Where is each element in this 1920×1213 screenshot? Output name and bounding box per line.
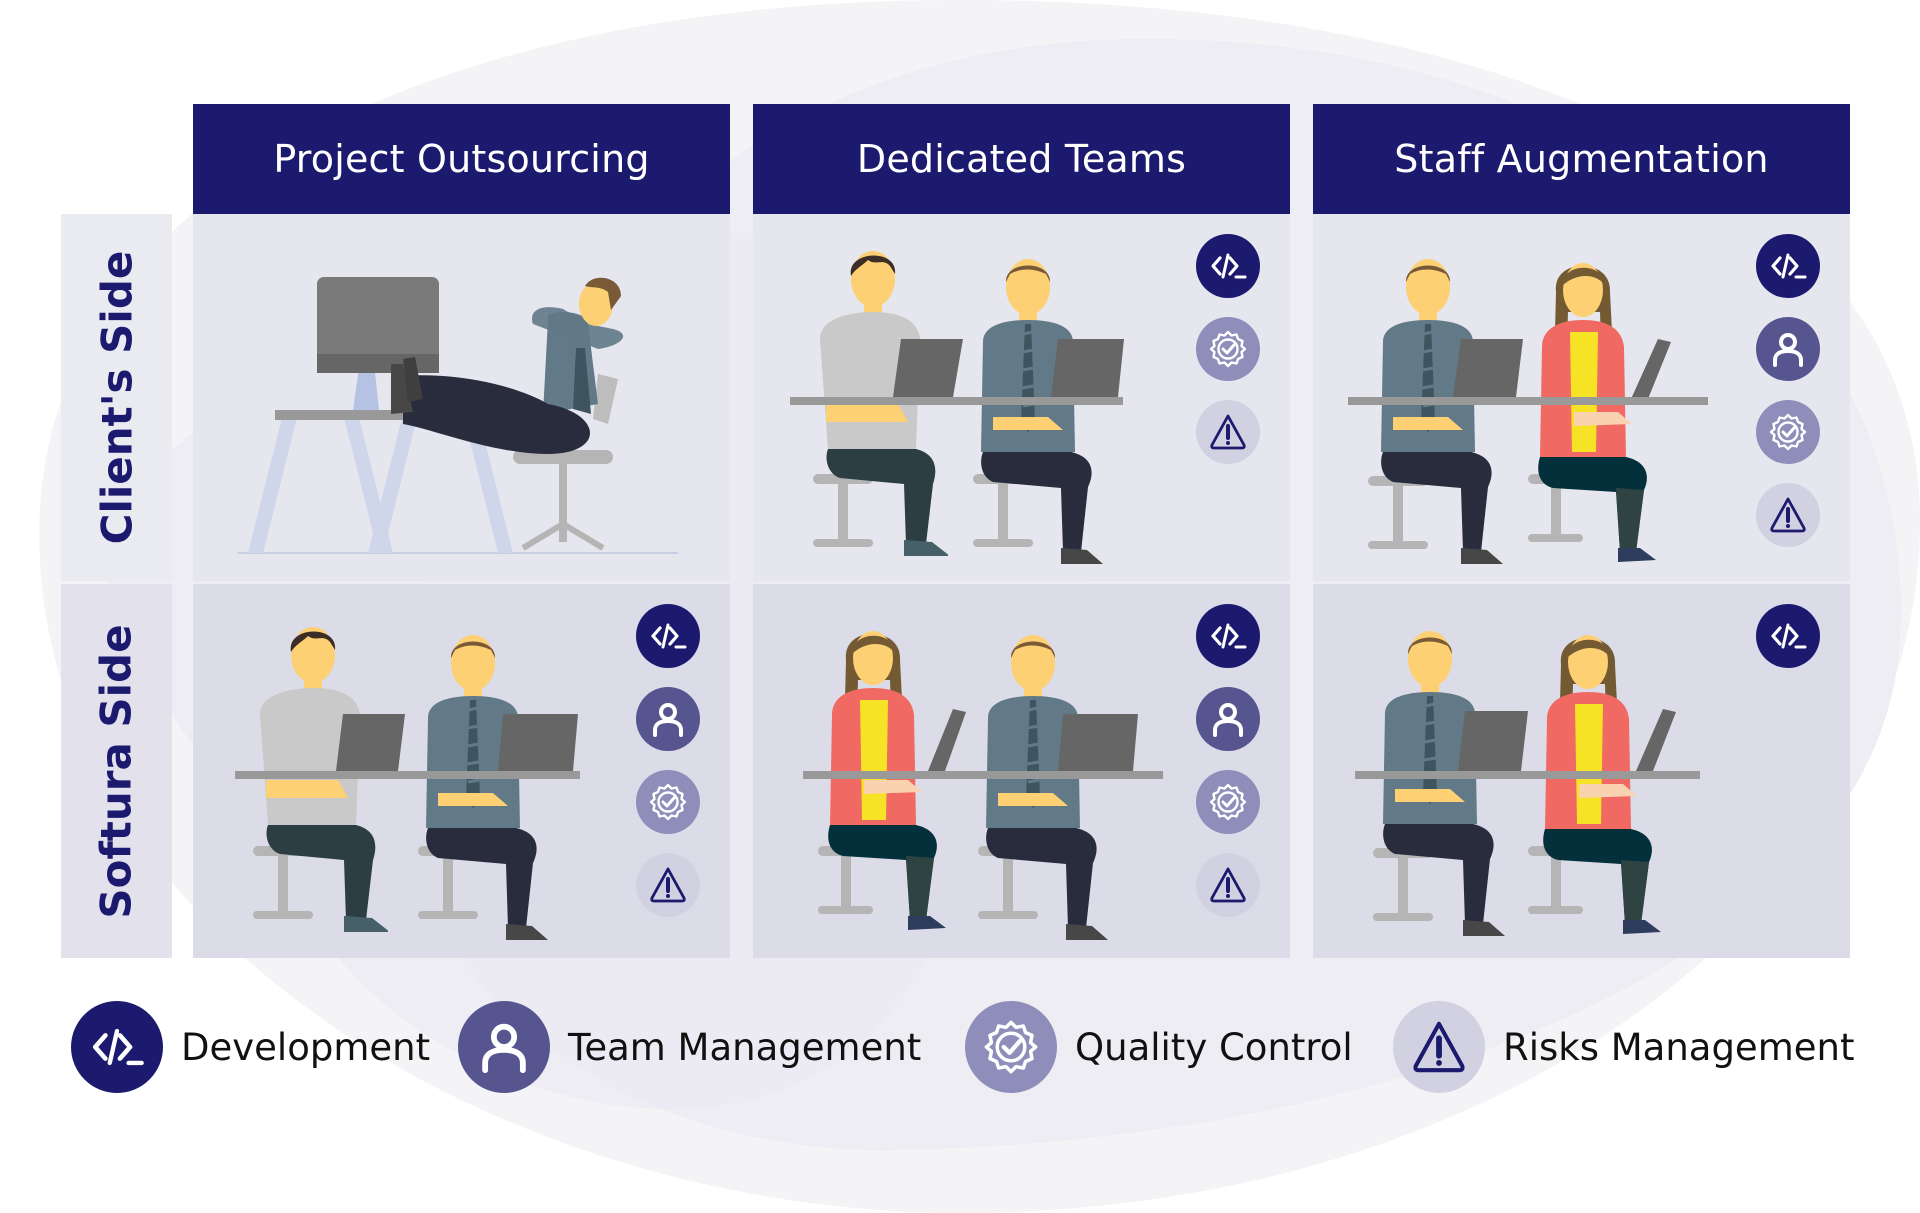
cell-dedicated-teams-softura (753, 584, 1290, 958)
legend-label: Team Management (568, 1025, 922, 1069)
badge-check-icon (965, 1001, 1057, 1093)
quality-control-icon (1196, 317, 1260, 381)
development-icon (1756, 234, 1820, 298)
relaxing-man-illustration (238, 277, 678, 554)
legend-item-risks-management: Risks Management (1393, 1000, 1854, 1094)
row-label-text: Client's Side (92, 250, 142, 545)
column-header-dedicated-teams: Dedicated Teams (753, 104, 1290, 214)
cell-staff-augmentation-softura (1313, 584, 1850, 958)
row-label-softura-side: Softura Side (61, 584, 172, 958)
column-header-staff-augmentation: Staff Augmentation (1313, 104, 1850, 214)
development-icon (636, 604, 700, 668)
row-label-text: Softura Side (92, 623, 142, 919)
quality-control-icon (1756, 400, 1820, 464)
risks-management-icon (1196, 400, 1260, 464)
responsibility-icons (1196, 234, 1260, 464)
development-icon (1196, 604, 1260, 668)
legend-item-quality-control: Quality Control (965, 1000, 1353, 1094)
legend-label: Development (181, 1025, 431, 1069)
column-title: Project Outsourcing (273, 137, 650, 181)
responsibility-icons (1196, 604, 1260, 917)
legend-item-team-management: Team Management (458, 1000, 921, 1094)
column-title: Staff Augmentation (1394, 137, 1769, 181)
legend-label: Quality Control (1075, 1025, 1353, 1069)
risks-management-icon (1196, 853, 1260, 917)
cell-staff-augmentation-client (1313, 214, 1850, 581)
development-icon (1756, 604, 1820, 668)
warning-triangle-icon (1393, 1001, 1485, 1093)
team-management-icon (1196, 687, 1260, 751)
cell-dedicated-teams-client (753, 214, 1290, 581)
column-header-project-outsourcing: Project Outsourcing (193, 104, 730, 214)
responsibility-icons (1756, 604, 1820, 668)
column-title: Dedicated Teams (856, 137, 1187, 181)
code-terminal-icon (71, 1001, 163, 1093)
row-label-clients-side: Client's Side (61, 214, 172, 581)
cell-project-outsourcing-softura (193, 584, 730, 958)
legend-item-development: Development (71, 1000, 430, 1094)
quality-control-icon (1196, 770, 1260, 834)
responsibility-icons (636, 604, 700, 917)
user-icon (458, 1001, 550, 1093)
risks-management-icon (636, 853, 700, 917)
team-management-icon (636, 687, 700, 751)
responsibility-icons (1756, 234, 1820, 547)
cell-project-outsourcing-client (193, 214, 730, 581)
legend: Development Team Management Quality Cont… (0, 1000, 1920, 1094)
legend-label: Risks Management (1503, 1025, 1855, 1069)
quality-control-icon (636, 770, 700, 834)
team-management-icon (1756, 317, 1820, 381)
development-icon (1196, 234, 1260, 298)
risks-management-icon (1756, 483, 1820, 547)
